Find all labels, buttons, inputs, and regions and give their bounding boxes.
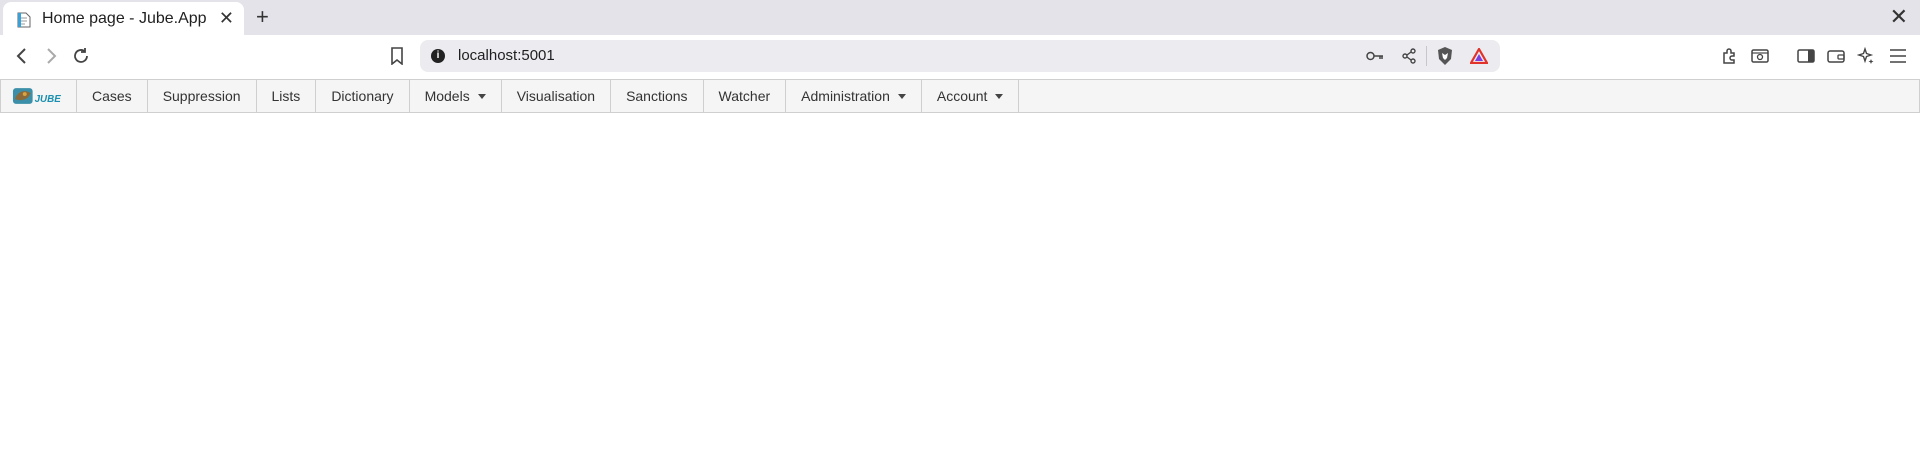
nav-label: Watcher — [718, 88, 771, 104]
key-icon[interactable] — [1365, 46, 1385, 66]
reload-icon[interactable] — [69, 44, 93, 68]
leo-ai-icon[interactable] — [1854, 44, 1878, 68]
new-tab-button[interactable]: + — [256, 4, 269, 30]
page-favicon-icon — [17, 12, 31, 28]
dropdown-caret-icon — [995, 93, 1004, 99]
tab-strip: Home page - Jube.App ✕ + ✕ — [0, 0, 1920, 35]
nav-cases[interactable]: Cases — [77, 80, 148, 112]
nav-models[interactable]: Models — [410, 80, 502, 112]
nav-visualisation[interactable]: Visualisation — [502, 80, 612, 112]
tab-title: Home page - Jube.App — [42, 10, 207, 27]
nav-administration[interactable]: Administration — [786, 80, 922, 112]
address-bar-divider — [1426, 46, 1427, 66]
nav-label: Sanctions — [626, 88, 688, 104]
window-close-button[interactable]: ✕ — [1890, 4, 1908, 30]
dropdown-caret-icon — [477, 93, 486, 99]
nav-label: Dictionary — [331, 88, 394, 104]
nav-label: Visualisation — [516, 88, 596, 104]
nav-lists[interactable]: Lists — [257, 80, 317, 112]
browser-tab[interactable]: Home page - Jube.App ✕ — [3, 2, 244, 35]
logo-text: JUBE — [35, 94, 62, 105]
brave-shield-icon[interactable] — [1435, 46, 1455, 66]
nav-label: Cases — [92, 88, 132, 104]
forward-icon[interactable] — [39, 44, 63, 68]
back-icon[interactable] — [10, 44, 34, 68]
nav-label: Models — [424, 88, 470, 104]
bookmark-icon[interactable] — [385, 44, 409, 68]
nav-sanctions[interactable]: Sanctions — [611, 80, 704, 112]
share-icon[interactable] — [1399, 46, 1419, 66]
wallet-icon[interactable] — [1824, 44, 1848, 68]
nav-watcher[interactable]: Watcher — [704, 80, 787, 112]
browser-toolbar: i localhost:5001 — [0, 35, 1920, 80]
sidebar-icon[interactable] — [1794, 44, 1818, 68]
nav-label: Lists — [271, 88, 301, 104]
nav-dictionary[interactable]: Dictionary — [316, 80, 410, 112]
app-navbar: JUBE Cases Suppression Lists Dictionary … — [0, 79, 1920, 113]
address-bar[interactable]: i localhost:5001 — [420, 40, 1500, 72]
nav-label: Suppression — [162, 88, 241, 104]
brave-rewards-icon[interactable] — [1469, 46, 1489, 66]
site-info-icon[interactable]: i — [431, 49, 445, 63]
menu-icon[interactable] — [1886, 44, 1910, 68]
jube-logo[interactable]: JUBE — [1, 80, 77, 112]
nav-label: Account — [936, 88, 988, 104]
nav-account[interactable]: Account — [922, 80, 1020, 112]
extensions-icon[interactable] — [1718, 44, 1742, 68]
screenshot-icon[interactable] — [1748, 44, 1772, 68]
nav-label: Administration — [801, 88, 890, 104]
jube-logo-icon: JUBE — [12, 88, 62, 105]
nav-suppression[interactable]: Suppression — [148, 80, 257, 112]
url-text: localhost:5001 — [458, 47, 555, 64]
page-content — [0, 113, 1920, 466]
tab-close-icon[interactable]: ✕ — [219, 8, 234, 28]
dropdown-caret-icon — [897, 93, 906, 99]
